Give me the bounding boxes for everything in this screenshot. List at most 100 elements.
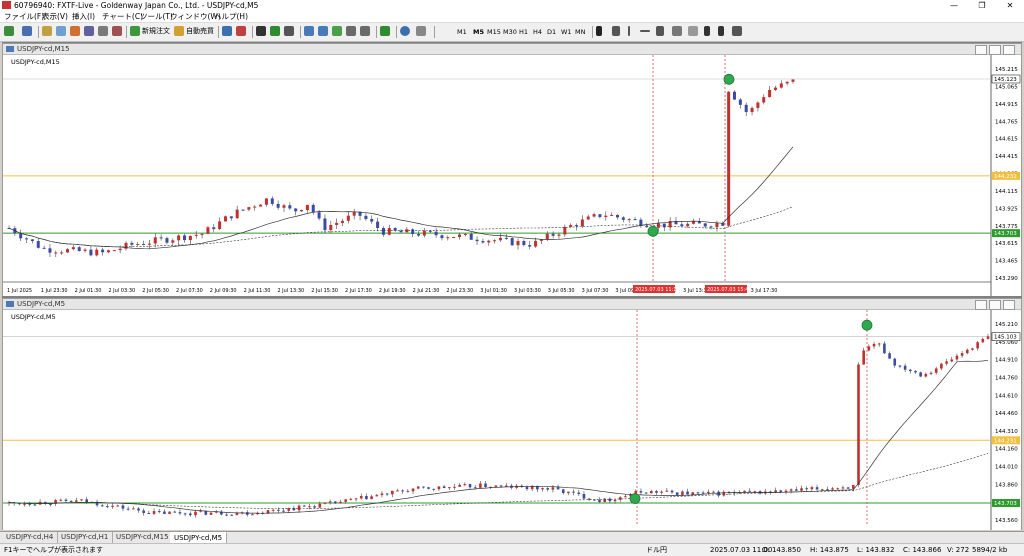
candle-body	[463, 484, 467, 486]
chart-icon	[6, 46, 14, 52]
minimize-button[interactable]: —	[940, 0, 968, 11]
cursor-icon[interactable]	[596, 26, 604, 38]
line-chart-icon[interactable]	[284, 26, 296, 38]
menu-insert[interactable]: 挿入(I)	[72, 11, 95, 22]
timeframe-m1[interactable]: M1	[457, 28, 467, 36]
candle-body	[784, 490, 788, 492]
zoom-in-icon[interactable]	[304, 26, 316, 38]
data-window-icon[interactable]	[56, 26, 68, 38]
candle-body	[188, 235, 192, 241]
chart-close-button[interactable]	[1003, 300, 1015, 310]
text-label-icon[interactable]	[718, 26, 726, 38]
text-tool-icon[interactable]	[704, 26, 712, 38]
timeframe-h1[interactable]: H1	[519, 28, 528, 36]
zoom-out-icon[interactable]	[318, 26, 330, 38]
timeframe-m30[interactable]: M30	[503, 28, 517, 36]
candle-body	[85, 499, 88, 503]
tile-windows-icon[interactable]	[332, 26, 344, 38]
chart-window-titlebar[interactable]: USDJPY-cd,M5	[3, 299, 1021, 310]
candle-body	[510, 238, 514, 246]
candle-body	[473, 487, 477, 489]
chart-window-titlebar[interactable]: USDJPY-cd,M15	[3, 44, 1021, 55]
timeframe-mn[interactable]: MN	[575, 28, 585, 36]
fibonacci-icon[interactable]	[688, 26, 700, 38]
templates-icon[interactable]	[416, 26, 428, 38]
tab-usdjpy-h4[interactable]: USDJPY-cd,H4	[2, 532, 59, 543]
candle-body	[411, 229, 415, 235]
close-button[interactable]: ✕	[996, 0, 1024, 11]
trendline-icon[interactable]	[656, 26, 666, 38]
crosshair-icon[interactable]	[612, 26, 622, 38]
restore-button[interactable]: ❐	[968, 0, 996, 11]
chart-window-m5[interactable]: USDJPY-cd,M5 USDJPY-cd,M5 145.210 145.060 1…	[2, 298, 1022, 530]
timeframe-w1[interactable]: W1	[561, 28, 572, 36]
arrows-icon[interactable]	[732, 26, 744, 38]
periods-icon[interactable]	[400, 26, 412, 38]
chart-window-m15[interactable]: USDJPY-cd,M15 USDJPY-cd,M15 145.215 145.06…	[2, 43, 1022, 296]
candle-body	[194, 511, 197, 516]
candle-body	[271, 509, 275, 511]
time-tick-label: 1 Jul 23:30	[41, 288, 68, 294]
status-close: C: 143.866	[903, 546, 942, 554]
terminal-icon[interactable]	[84, 26, 96, 38]
editor-icon[interactable]	[112, 26, 124, 38]
candle-body	[498, 237, 502, 241]
timeframe-m5[interactable]: M5	[473, 28, 484, 36]
timeframe-h4[interactable]: H4	[533, 28, 542, 36]
signal-icon[interactable]	[222, 26, 234, 38]
candle-body	[428, 230, 432, 232]
candle-body	[173, 511, 177, 513]
timeframe-d1[interactable]: D1	[547, 28, 556, 36]
menu-help[interactable]: ヘルプ(H)	[214, 11, 248, 22]
menu-bar: ファイル(F) 表示(V) 挿入(I) チャート(C) ツール(T) ウィンドウ…	[0, 11, 1024, 23]
new-chart-icon[interactable]	[4, 26, 16, 38]
price-chart-m5[interactable]: USDJPY-cd,M5145.210145.060144.910144.760…	[3, 310, 1021, 530]
horizontal-line-icon[interactable]	[640, 26, 652, 38]
tab-usdjpy-h1[interactable]: USDJPY-cd,H1	[57, 532, 114, 543]
candle-body	[375, 495, 379, 497]
chart-maximize-button[interactable]	[989, 45, 1001, 55]
menu-view[interactable]: 表示(V)	[42, 11, 68, 22]
candle-body	[727, 91, 731, 226]
price-tick-label: 144.415	[995, 154, 1018, 160]
status-volume: V: 272	[947, 546, 970, 554]
candle-body	[71, 247, 75, 250]
candlestick-icon[interactable]	[270, 26, 282, 38]
candle-body	[142, 510, 145, 513]
candle-body	[940, 363, 943, 369]
candle-body	[762, 97, 766, 103]
tab-usdjpy-m15[interactable]: USDJPY-cd,M15	[112, 532, 174, 543]
timeframe-m15[interactable]: M15	[487, 28, 501, 36]
price-tick-label: 144.760	[995, 375, 1018, 381]
price-chart-m15[interactable]: USDJPY-cd,M15 145.215 145.065 144.915 144.76…	[3, 55, 1021, 296]
menu-file[interactable]: ファイル(F)	[4, 11, 44, 22]
autoscroll-icon[interactable]	[346, 26, 358, 38]
candle-body	[132, 508, 135, 510]
candle-body	[137, 508, 140, 511]
chart-minimize-button[interactable]	[975, 300, 987, 310]
chart-close-button[interactable]	[1003, 45, 1015, 55]
menu-chart[interactable]: チャート(C)	[102, 11, 143, 22]
navigator-icon[interactable]	[70, 26, 82, 38]
menu-tools[interactable]: ツール(T)	[140, 11, 173, 22]
time-tick-label: 2 Jul 09:30	[210, 288, 237, 294]
indicators-icon[interactable]	[380, 26, 392, 38]
vertical-line-icon[interactable]	[628, 26, 632, 38]
price-tick-label: 143.465	[995, 259, 1018, 265]
chart-shift-icon[interactable]	[360, 26, 372, 38]
profiles-icon[interactable]	[22, 26, 34, 38]
chart-maximize-button[interactable]	[989, 300, 1001, 310]
candle-body	[313, 506, 316, 508]
bar-chart-icon[interactable]	[256, 26, 268, 38]
new-order-button[interactable]: 新規注文	[130, 26, 170, 38]
candle-body	[427, 487, 430, 489]
zoom-options-icon[interactable]	[236, 26, 248, 38]
auto-trade-button[interactable]: 自動売買	[174, 26, 214, 38]
candle-body	[365, 495, 368, 500]
tester-icon[interactable]	[98, 26, 110, 38]
market-watch-icon[interactable]	[42, 26, 54, 38]
candle-body	[715, 223, 719, 228]
candle-body	[534, 240, 538, 247]
equidistant-channel-icon[interactable]	[672, 26, 684, 38]
chart-minimize-button[interactable]	[975, 45, 987, 55]
